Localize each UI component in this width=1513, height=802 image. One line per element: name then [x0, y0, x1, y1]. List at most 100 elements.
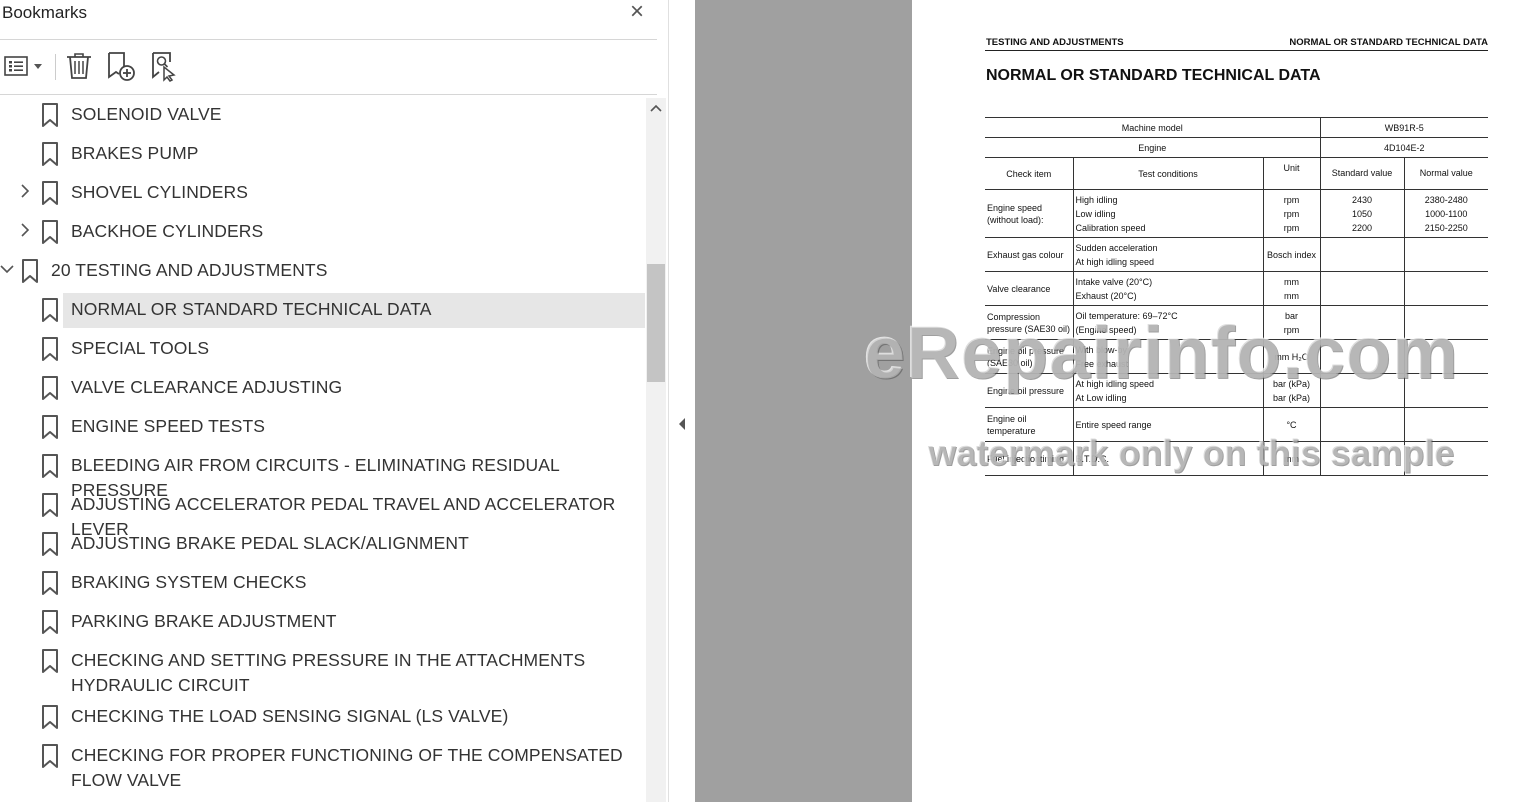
cell-line: At high idling speed — [1075, 378, 1155, 389]
options-menu-icon[interactable] — [2, 50, 44, 82]
standard-value-cell — [1319, 441, 1404, 476]
bookmark-item[interactable]: VALVE CLEARANCE ADJUSTING — [0, 371, 645, 406]
standard-value-cell: 2430 1050 2200 — [1319, 189, 1404, 238]
bookmark-item[interactable]: BACKHOE CYLINDERS — [0, 215, 645, 250]
cell-line: rpm — [1283, 222, 1300, 233]
cell-line: bar (kPa) — [1272, 392, 1310, 403]
bookmark-label: NORMAL OR STANDARD TECHNICAL DATA — [71, 299, 432, 319]
check-item-cell: Fuel injectiontiming — [985, 441, 1073, 476]
bookmark-item[interactable]: CHECKING THE LOAD SENSING SIGNAL (LS VAL… — [0, 700, 645, 735]
pane-splitter[interactable] — [668, 0, 695, 802]
chevron-right-icon[interactable] — [18, 223, 32, 237]
bookmark-icon — [41, 220, 59, 244]
standard-value-cell — [1319, 237, 1404, 272]
bookmark-tree: SOLENOID VALVE BRAKES PUMP SHOVEL CYLINDER… — [0, 98, 645, 802]
bookmark-icon — [41, 705, 59, 729]
bookmark-item[interactable]: SOLENOID VALVE — [0, 98, 645, 133]
check-item-cell: Engine speed (without load): — [985, 189, 1073, 238]
close-icon[interactable]: × — [626, 0, 648, 24]
delete-bookmark-icon[interactable] — [64, 50, 94, 82]
bookmark-item[interactable]: SHOVEL CYLINDERS — [0, 176, 645, 211]
cell-line: Sudden acceleration — [1075, 242, 1158, 253]
engine-label: Engine — [985, 137, 1320, 158]
normal-value-cell — [1403, 271, 1488, 306]
cell-line: High idling — [1075, 194, 1118, 205]
scrollbar-thumb[interactable] — [647, 264, 665, 382]
normal-value-cell — [1403, 407, 1488, 442]
spec-table: Machine model WB91R-5 Engine 4D104E-2 Check … — [985, 117, 1488, 476]
bookmark-icon — [41, 337, 59, 361]
bookmark-icon — [41, 376, 59, 400]
bookmark-item[interactable]: ADJUSTING BRAKE PEDAL SLACK/ALIGNMENT — [0, 527, 645, 562]
test-conditions-cell: Intake valve (20°C) Exhaust (20°C) — [1072, 271, 1263, 306]
chevron-right-icon[interactable] — [18, 184, 32, 198]
test-conditions-cell: At high idling speed At Low idling — [1072, 373, 1263, 408]
bookmark-icon — [41, 298, 59, 322]
table-row: Engine oil temperature Entire speed range… — [985, 407, 1488, 442]
test-conditions-cell: With blow-by Free exhaust — [1072, 339, 1263, 374]
add-bookmark-icon[interactable] — [104, 50, 138, 82]
bookmark-item[interactable]: ENGINE SPEED TESTS — [0, 410, 645, 445]
normal-value-cell: 2380-2480 1000-1100 2150-2250 — [1403, 189, 1488, 238]
table-row: Engine oil pressure (SAE30 oil) With blow… — [985, 339, 1488, 374]
cell-line: Exhaust (20°C) — [1075, 290, 1137, 301]
cell-line: B.T.D.C. — [1075, 453, 1110, 464]
cell-line: 2380-2480 — [1424, 194, 1468, 205]
bookmark-label: SHOVEL CYLINDERS — [71, 182, 248, 202]
cell-line: At high idling speed — [1075, 256, 1155, 267]
col-header-test-conditions: Test conditions — [1072, 157, 1263, 190]
table-row: Valve clearance Intake valve (20°C) Exhaus… — [985, 271, 1488, 306]
engine-value: 4D104E-2 — [1319, 137, 1488, 158]
scroll-up-icon[interactable] — [646, 100, 666, 116]
machine-model-label: Machine model — [985, 117, 1320, 138]
check-item-cell: Valve clearance — [985, 271, 1073, 306]
test-conditions-cell: B.T.D.C. — [1072, 441, 1263, 476]
chevron-down-icon[interactable] — [0, 262, 14, 276]
cell-line: (Engine speed) — [1075, 324, 1137, 335]
cell-line: 1000-1100 — [1425, 208, 1468, 219]
bookmark-label: ENGINE SPEED TESTS — [71, 416, 266, 436]
unit-cell: mm — [1262, 441, 1320, 476]
cell-line: mm — [1284, 453, 1299, 464]
bookmark-item[interactable]: ADJUSTING ACCELERATOR PEDAL TRAVEL AND A… — [0, 488, 645, 539]
bookmark-icon — [41, 454, 59, 478]
cell-line: 2430 — [1351, 194, 1373, 205]
bookmark-item[interactable]: SPECIAL TOOLS — [0, 332, 645, 367]
bookmark-item[interactable]: 20 TESTING AND ADJUSTMENTS — [0, 254, 645, 289]
bookmarks-toolbar — [0, 40, 657, 94]
unit-cell: °C — [1262, 407, 1320, 442]
standard-value-cell — [1319, 305, 1404, 340]
bookmark-label: BRAKING SYSTEM CHECKS — [71, 572, 307, 592]
bookmark-item[interactable]: CHECKING FOR PROPER FUNCTIONING OF THE C… — [0, 739, 645, 790]
test-conditions-cell: Oil temperature: 69–72°C (Engine speed) — [1072, 305, 1263, 340]
check-item-cell: Compression pressure (SAE30 oil) — [985, 305, 1073, 340]
bookmark-item[interactable]: CHECKING AND SETTING PRESSURE IN THE ATT… — [0, 644, 645, 702]
panel-title: Bookmarks — [2, 3, 88, 22]
cell-line: bar (kPa) — [1272, 378, 1310, 389]
check-item-cell: Engine oil pressure — [985, 373, 1073, 408]
collapse-panel-icon[interactable] — [677, 417, 687, 431]
bookmark-item[interactable]: PARKING BRAKE ADJUSTMENT — [0, 605, 645, 640]
cell-line: rpm — [1283, 324, 1300, 335]
bookmark-label: CHECKING FOR PROPER FUNCTIONING OF THE C… — [71, 745, 623, 790]
standard-value-cell — [1319, 373, 1404, 408]
cell-line: 2200 — [1351, 222, 1373, 233]
normal-value-cell — [1403, 305, 1488, 340]
bookmark-label: ADJUSTING BRAKE PEDAL SLACK/ALIGNMENT — [71, 533, 469, 553]
bookmark-icon — [41, 532, 59, 556]
table-row: Engine speed (without load): High idling L… — [985, 189, 1488, 238]
bookmark-label: CHECKING THE LOAD SENSING SIGNAL (LS VAL… — [71, 706, 509, 726]
bookmark-icon — [41, 610, 59, 634]
bookmark-item[interactable]: BRAKING SYSTEM CHECKS — [0, 566, 645, 601]
bookmark-item[interactable]: NORMAL OR STANDARD TECHNICAL DATA — [0, 293, 645, 328]
cell-line: Oil temperature: 69–72°C — [1075, 310, 1178, 321]
bookmark-item[interactable]: BLEEDING AIR FROM CIRCUITS - ELIMINATING… — [0, 449, 645, 500]
test-conditions-cell: Entire speed range — [1072, 407, 1263, 442]
cell-line: Calibration speed — [1075, 222, 1146, 233]
find-bookmark-icon[interactable] — [148, 50, 180, 82]
scrollbar[interactable] — [646, 98, 666, 802]
bookmark-item[interactable]: BRAKES PUMP — [0, 137, 645, 172]
standard-value-cell — [1319, 407, 1404, 442]
bookmark-icon — [41, 142, 59, 166]
bookmark-label: 20 TESTING AND ADJUSTMENTS — [51, 260, 328, 280]
